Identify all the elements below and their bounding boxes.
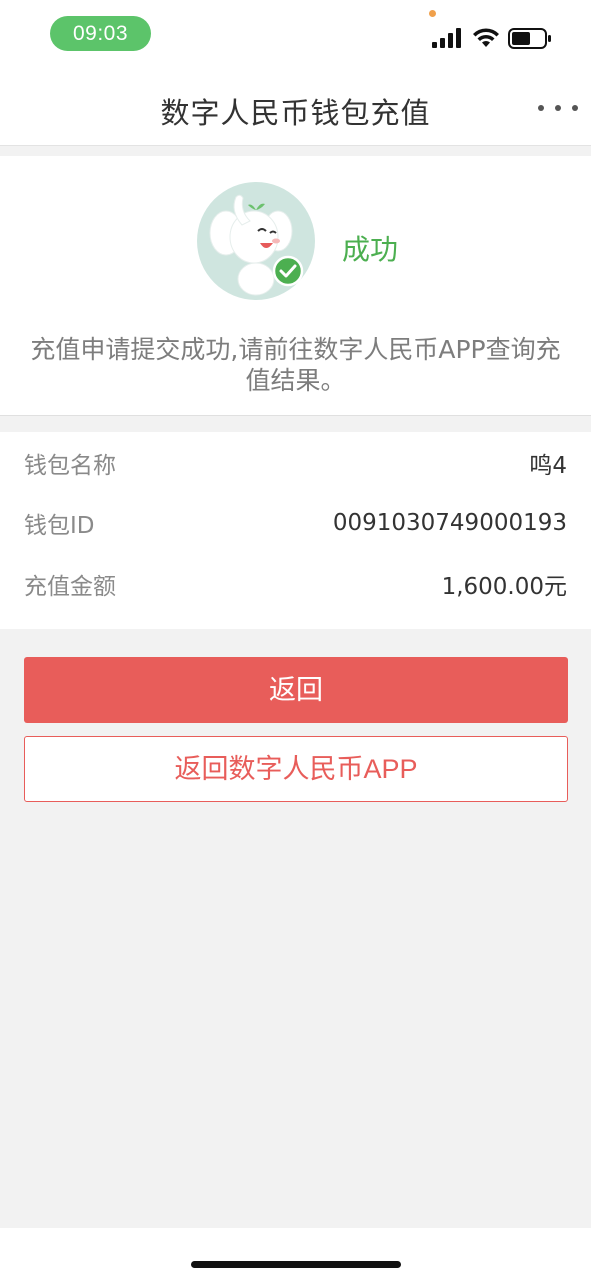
battery-icon: [508, 28, 551, 49]
page-title: 数字人民币钱包充值: [160, 96, 431, 130]
detail-label: 充值金额: [24, 574, 116, 600]
status-bar: 09:03: [0, 0, 591, 72]
result-card: 成功 充值申请提交成功,请前往数字人民币APP查询充值结果。: [0, 156, 591, 416]
more-dots-icon: [555, 105, 561, 111]
back-to-app-button[interactable]: 返回数字人民币APP: [24, 736, 568, 802]
recharge-details: 钱包名称 鸣4 钱包ID 0091030749000193 充值金额 1,600…: [0, 432, 591, 629]
back-button[interactable]: 返回: [24, 657, 568, 723]
detail-label: 钱包ID: [24, 513, 95, 539]
detail-value: 鸣4: [529, 453, 567, 479]
result-message: 充值申请提交成功,请前往数字人民币APP查询充值结果。: [30, 335, 561, 395]
success-status-text: 成功: [342, 233, 399, 266]
more-dots-icon: [572, 105, 578, 111]
privacy-indicator-icon: [429, 10, 436, 17]
bottom-safe-area: [0, 1228, 591, 1280]
nav-bar: 数字人民币钱包充值: [0, 72, 591, 146]
detail-row-wallet-name: 钱包名称 鸣4: [24, 443, 567, 483]
home-indicator[interactable]: [191, 1261, 401, 1268]
detail-value: 1,600.00元: [441, 574, 567, 600]
detail-value: 0091030749000193: [332, 510, 567, 536]
detail-row-wallet-id: 钱包ID 0091030749000193: [24, 503, 567, 543]
detail-row-amount: 充值金额 1,600.00元: [24, 564, 567, 604]
status-time: 09:03: [50, 16, 151, 51]
screen: 09:03 数字人民币钱包充值 成功 充值申请提交成功,请前往数字人民币APP查…: [0, 0, 591, 1280]
elephant-mascot-icon: [197, 182, 315, 300]
more-dots-icon: [538, 105, 544, 111]
detail-label: 钱包名称: [24, 453, 116, 479]
more-options-button[interactable]: [538, 98, 578, 118]
wifi-icon: [473, 28, 499, 47]
signal-icon: [432, 28, 461, 48]
